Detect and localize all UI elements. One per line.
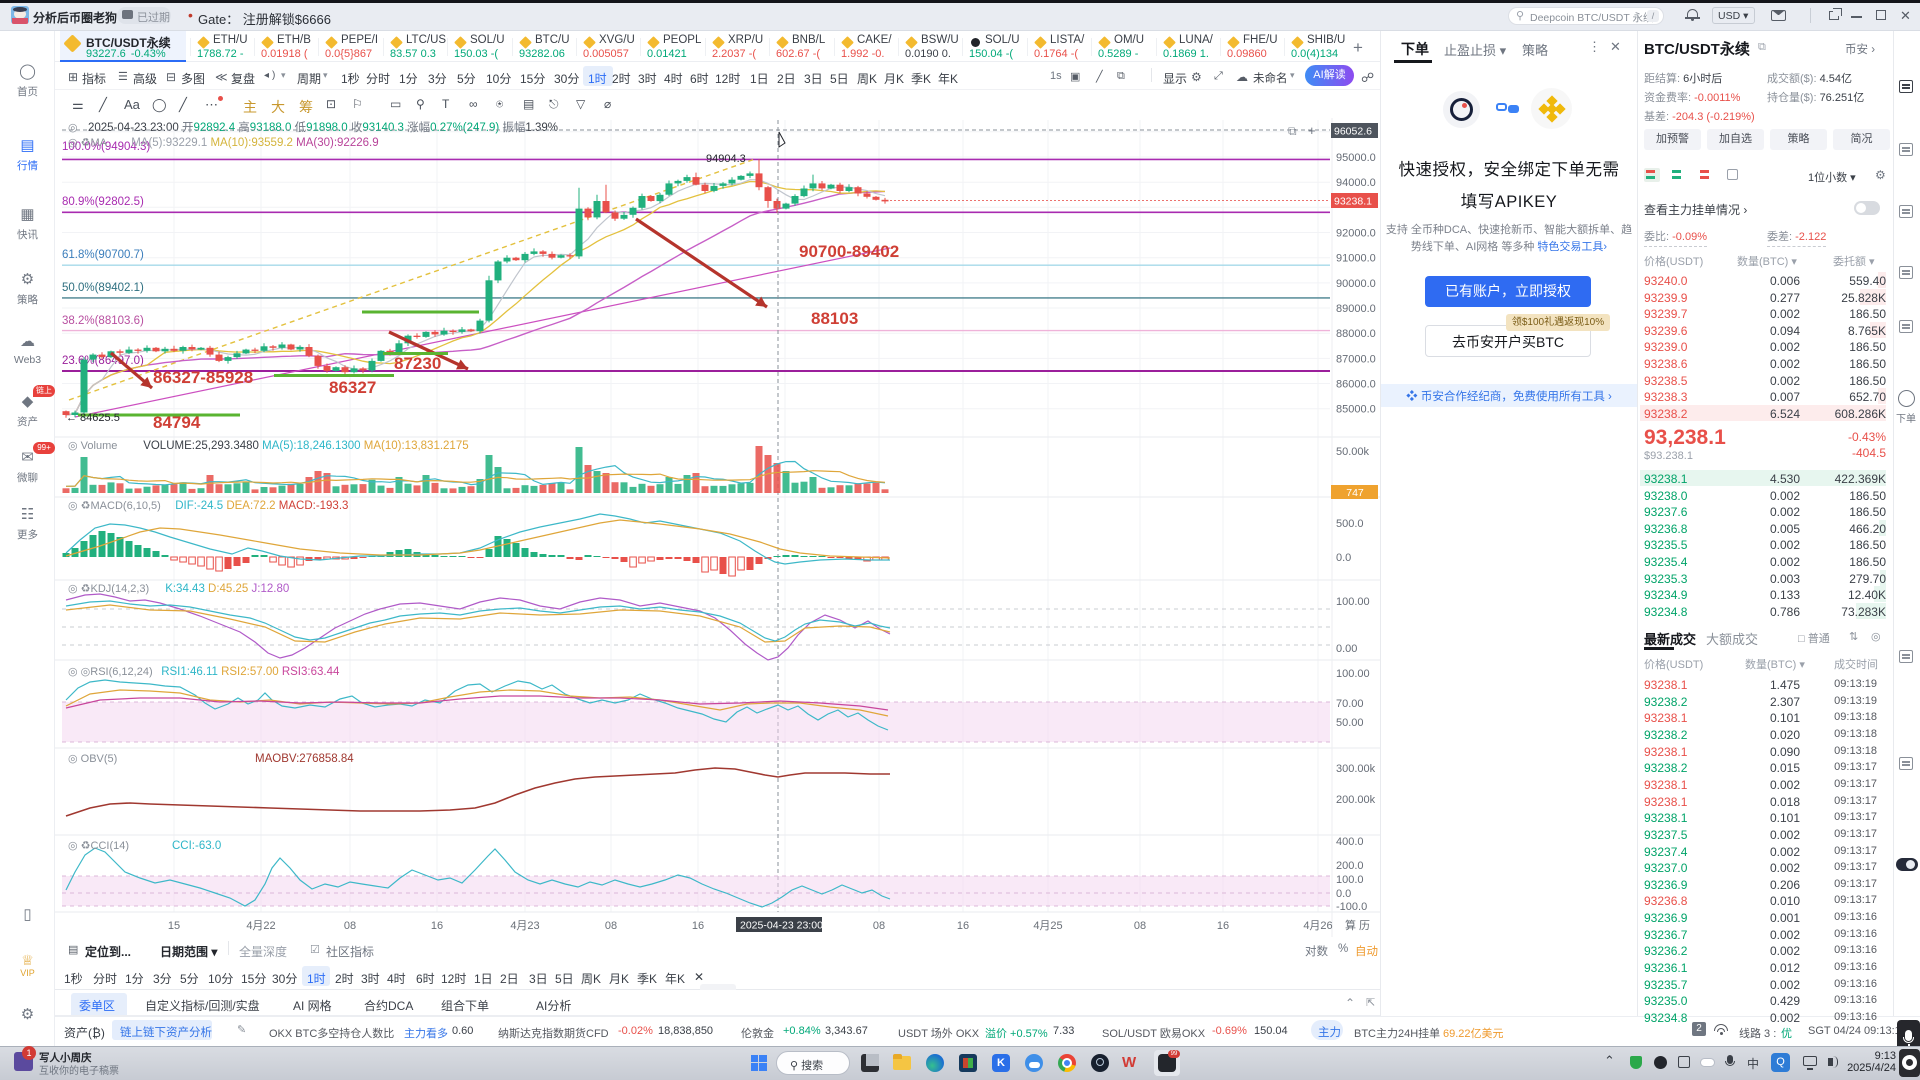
svg-text:95000.0: 95000.0 xyxy=(1336,152,1376,164)
svg-text:CCI:-63.0: CCI:-63.0 xyxy=(172,840,221,852)
svg-text:0.00: 0.00 xyxy=(1336,643,1357,655)
svg-text:← 84625.5: ← 84625.5 xyxy=(66,412,120,424)
svg-text:61.8%(90700.7): 61.8%(90700.7) xyxy=(62,249,144,261)
svg-text:DIF:-24.5 DEA:72.2 MACD:-193.3: DIF:-24.5 DEA:72.2 MACD:-193.3 xyxy=(172,500,348,512)
svg-text:◎ ♻KDJ(14,2,3): ◎ ♻KDJ(14,2,3) xyxy=(68,583,149,595)
svg-text:-100.0: -100.0 xyxy=(1336,901,1367,913)
svg-text:85000.0: 85000.0 xyxy=(1336,404,1376,416)
svg-text:VOLUME:25,293.3480 MA(5):18,24: VOLUME:25,293.3480 MA(5):18,246.1300 MA(… xyxy=(140,440,469,452)
svg-text:◎ ♻CCI(14): ◎ ♻CCI(14) xyxy=(68,840,129,852)
svg-text:◎ Volume: ◎ Volume xyxy=(68,440,117,452)
svg-text:747: 747 xyxy=(1346,487,1364,499)
svg-text:4月23: 4月23 xyxy=(510,920,539,932)
svg-text:+: + xyxy=(1308,123,1316,138)
svg-text:08: 08 xyxy=(873,920,885,932)
svg-text:2025-04-23 23:00 开92892.4 高931: 2025-04-23 23:00 开92892.4 高93188.0 低9189… xyxy=(88,120,558,134)
svg-text:88000.0: 88000.0 xyxy=(1336,328,1376,340)
svg-text:08: 08 xyxy=(1134,920,1146,932)
svg-text:86000.0: 86000.0 xyxy=(1336,379,1376,391)
svg-text:84794: 84794 xyxy=(153,413,201,432)
svg-text:70.00: 70.00 xyxy=(1336,698,1364,710)
svg-text:300.00k: 300.00k xyxy=(1336,763,1376,775)
svg-text:◎ ♻MA: ◎ ♻MA xyxy=(68,137,108,149)
svg-text:16: 16 xyxy=(692,920,704,932)
svg-text:92000.0: 92000.0 xyxy=(1336,228,1376,240)
svg-text:4月26: 4月26 xyxy=(1303,920,1332,932)
svg-text:4月22: 4月22 xyxy=(246,920,275,932)
svg-text:500.0: 500.0 xyxy=(1336,518,1364,530)
svg-text:93238.1: 93238.1 xyxy=(1334,196,1372,208)
svg-text:08: 08 xyxy=(605,920,617,932)
svg-text:50.0%(89402.1): 50.0%(89402.1) xyxy=(62,282,144,294)
svg-text:◎: ◎ xyxy=(68,122,78,134)
svg-text:K:34.43 D:45.25 J:12.80: K:34.43 D:45.25 J:12.80 xyxy=(162,583,289,595)
svg-text:◎ ♻MACD(6,10,5): ◎ ♻MACD(6,10,5) xyxy=(68,500,161,512)
svg-text:100.00: 100.00 xyxy=(1336,596,1370,608)
svg-text:96052.6: 96052.6 xyxy=(1334,126,1372,138)
svg-text:100.0: 100.0 xyxy=(1336,874,1364,886)
svg-text:⧉: ⧉ xyxy=(1288,124,1297,138)
svg-text:◎ ◎RSI(6,12,24): ◎ ◎RSI(6,12,24) xyxy=(68,666,153,678)
svg-text:RSI1:46.11 RSI2:57.00 RSI3:63.: RSI1:46.11 RSI2:57.00 RSI3:63.44 xyxy=(158,666,340,678)
svg-text:87230: 87230 xyxy=(394,354,441,373)
svg-text:16: 16 xyxy=(957,920,969,932)
svg-text:38.2%(88103.6): 38.2%(88103.6) xyxy=(62,315,144,327)
svg-text:86327-85928: 86327-85928 xyxy=(153,368,253,387)
svg-text:15: 15 xyxy=(168,920,180,932)
svg-text:90000.0: 90000.0 xyxy=(1336,278,1376,290)
svg-text:2025-04-23 23:00: 2025-04-23 23:00 xyxy=(740,920,823,932)
svg-text:94904.3: 94904.3 xyxy=(706,153,746,165)
svg-text:0.0: 0.0 xyxy=(1336,888,1351,900)
svg-text:91000.0: 91000.0 xyxy=(1336,253,1376,265)
svg-text:MAOBV:276858.84: MAOBV:276858.84 xyxy=(255,753,354,765)
svg-text:200.00k: 200.00k xyxy=(1336,794,1376,806)
svg-text:50.00: 50.00 xyxy=(1336,717,1364,729)
svg-text:90700-89402: 90700-89402 xyxy=(799,242,899,261)
svg-text:16: 16 xyxy=(431,920,443,932)
svg-text:88103: 88103 xyxy=(811,309,858,328)
svg-text:89000.0: 89000.0 xyxy=(1336,303,1376,315)
svg-text:◎ OBV(5): ◎ OBV(5) xyxy=(68,753,117,765)
svg-text:400.0: 400.0 xyxy=(1336,836,1364,848)
svg-text:87000.0: 87000.0 xyxy=(1336,353,1376,365)
svg-text:MA(5):93229.1 MA(10):93559.2 M: MA(5):93229.1 MA(10):93559.2 MA(30):9222… xyxy=(128,137,379,149)
svg-text:86327: 86327 xyxy=(329,378,376,397)
svg-text:08: 08 xyxy=(344,920,356,932)
svg-text:80.9%(92802.5): 80.9%(92802.5) xyxy=(62,196,144,208)
svg-text:算 历: 算 历 xyxy=(1345,918,1370,932)
svg-text:100.00: 100.00 xyxy=(1336,668,1370,680)
svg-text:200.0: 200.0 xyxy=(1336,860,1364,872)
svg-text:94000.0: 94000.0 xyxy=(1336,177,1376,189)
svg-text:0.0: 0.0 xyxy=(1336,552,1351,564)
svg-text:50.00k: 50.00k xyxy=(1336,446,1370,458)
svg-text:4月25: 4月25 xyxy=(1033,920,1062,932)
svg-text:16: 16 xyxy=(1217,920,1229,932)
